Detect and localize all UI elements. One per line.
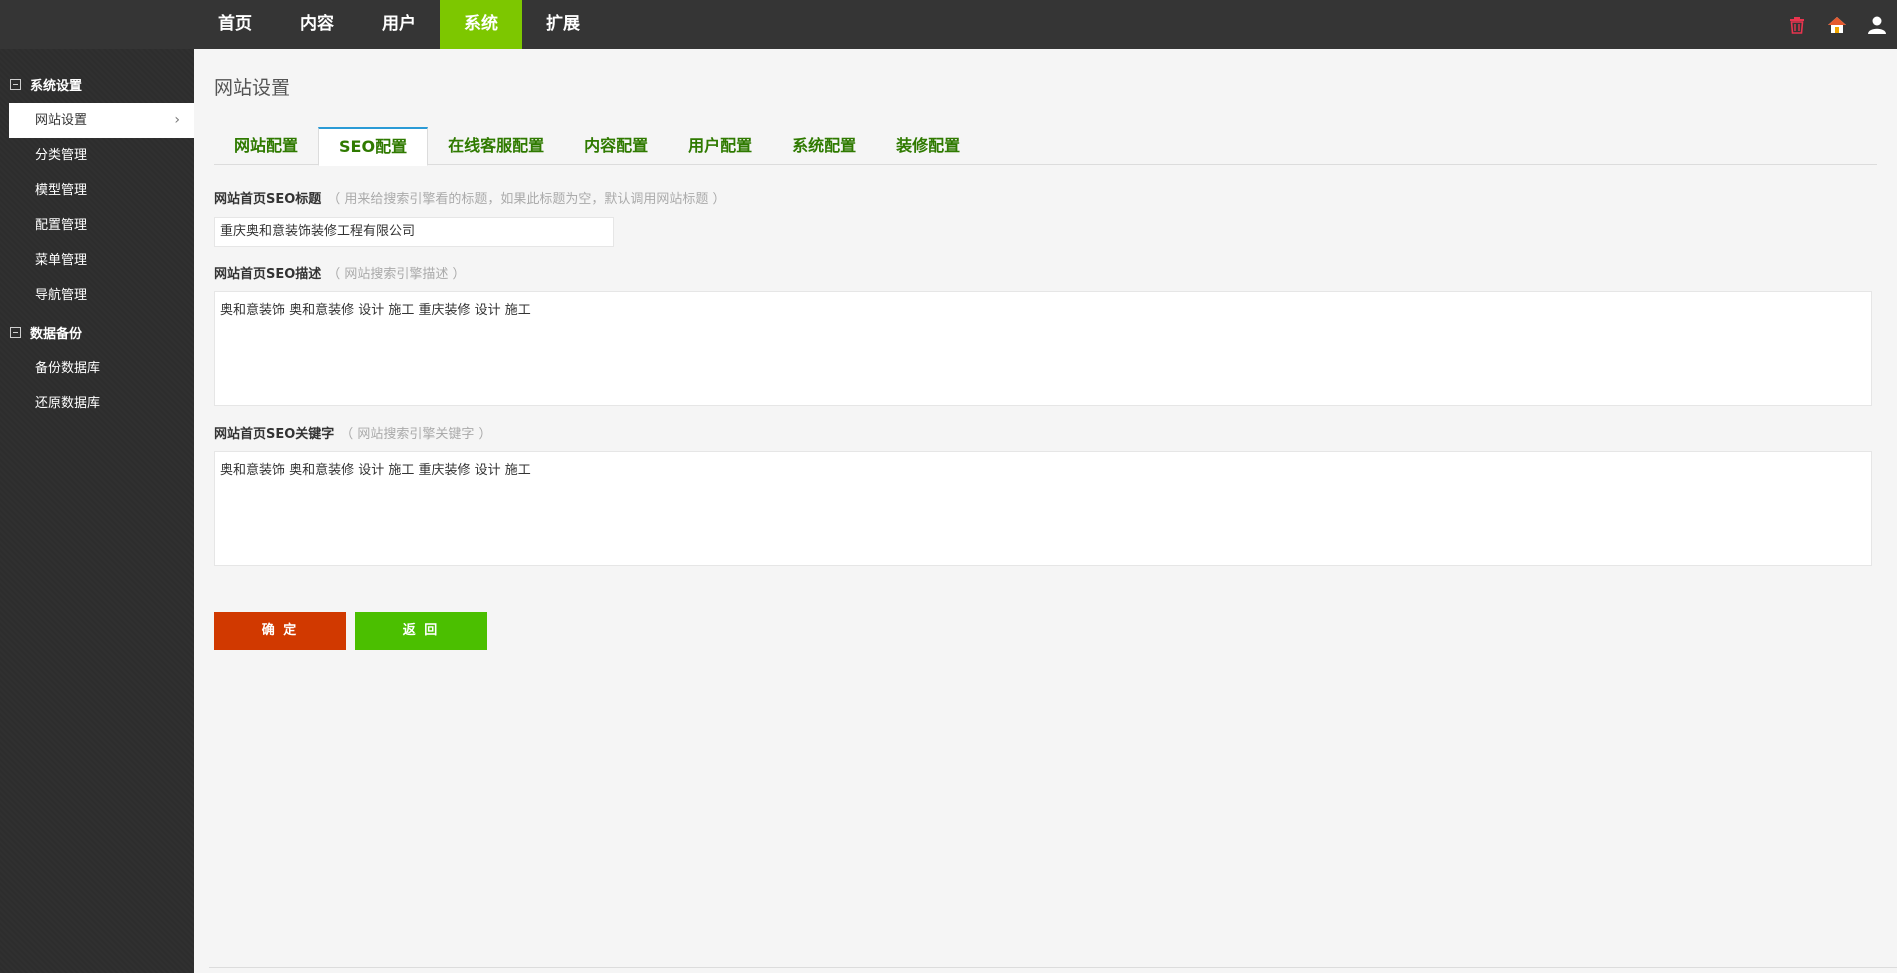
seo-keywords-textarea[interactable]: 奥和意装饰 奥和意装修 设计 施工 重庆装修 设计 施工 — [214, 451, 1872, 566]
sidebar-group-data-backup[interactable]: 数据备份 — [0, 313, 194, 351]
nav-users[interactable]: 用户 — [358, 0, 440, 49]
nav-content[interactable]: 内容 — [276, 0, 358, 49]
nav-home[interactable]: 首页 — [194, 0, 276, 49]
field-label-text: 网站首页SEO标题 — [214, 192, 322, 207]
seo-description-textarea[interactable]: 奥和意装饰 奥和意装修 设计 施工 重庆装修 设计 施工 — [214, 291, 1872, 406]
chevron-right-icon: › — [174, 112, 180, 128]
top-bar: 首页 内容 用户 系统 扩展 — [0, 0, 1897, 49]
sidebar-item-config[interactable]: 配置管理 — [0, 208, 194, 243]
tab-seo-config[interactable]: SEO配置 — [318, 127, 429, 166]
tab-decoration-config[interactable]: 装修配置 — [876, 127, 980, 165]
sidebar-group-label: 数据备份 — [30, 326, 83, 342]
seo-title-input[interactable]: 重庆奥和意装饰装修工程有限公司 — [214, 217, 614, 247]
field-hint: （ 网站搜索引擎描述 ） — [327, 267, 466, 282]
user-icon[interactable] — [1857, 0, 1897, 49]
sidebar-item-restore-db[interactable]: 还原数据库 — [0, 386, 194, 421]
home-icon[interactable] — [1817, 0, 1857, 49]
field-hint: （ 用来给搜索引擎看的标题，如果此标题为空，默认调用网站标题 ） — [327, 192, 726, 207]
field-hint: （ 网站搜索引擎关键字 ） — [340, 427, 492, 442]
top-nav: 首页 内容 用户 系统 扩展 — [194, 0, 604, 49]
trash-icon[interactable] — [1777, 0, 1817, 49]
sidebar-item-menu[interactable]: 菜单管理 — [0, 243, 194, 278]
collapse-icon[interactable] — [10, 326, 21, 338]
nav-extend[interactable]: 扩展 — [522, 0, 604, 49]
field-label-text: 网站首页SEO描述 — [214, 267, 322, 282]
seo-keywords-label: 网站首页SEO关键字 （ 网站搜索引擎关键字 ） — [214, 423, 492, 442]
main-content: 网站设置 网站配置 SEO配置 在线客服配置 内容配置 用户配置 系统配置 装修… — [194, 49, 1897, 973]
field-label-text: 网站首页SEO关键字 — [214, 427, 335, 442]
config-tabs: 网站配置 SEO配置 在线客服配置 内容配置 用户配置 系统配置 装修配置 — [214, 127, 1877, 166]
tab-user-config[interactable]: 用户配置 — [668, 127, 772, 165]
sidebar-item-label: 网站设置 — [35, 113, 88, 128]
sidebar-item-backup-db[interactable]: 备份数据库 — [0, 351, 194, 386]
sidebar-item-category[interactable]: 分类管理 — [0, 138, 194, 173]
tab-content-config[interactable]: 内容配置 — [564, 127, 668, 165]
sidebar-item-navigation[interactable]: 导航管理 — [0, 278, 194, 313]
collapse-icon[interactable] — [10, 78, 21, 90]
sidebar-item-model[interactable]: 模型管理 — [0, 173, 194, 208]
sidebar-item-website-settings[interactable]: 网站设置 › — [9, 103, 194, 138]
sidebar: 系统设置 网站设置 › 分类管理 模型管理 配置管理 菜单管理 导航管理 数据备… — [0, 49, 194, 973]
seo-description-label: 网站首页SEO描述 （ 网站搜索引擎描述 ） — [214, 263, 466, 282]
tab-site-config[interactable]: 网站配置 — [214, 127, 318, 165]
sidebar-group-label: 系统设置 — [30, 78, 83, 94]
confirm-button[interactable]: 确 定 — [214, 612, 346, 650]
seo-title-label: 网站首页SEO标题 （ 用来给搜索引擎看的标题，如果此标题为空，默认调用网站标题 … — [214, 188, 726, 207]
sidebar-group-system-settings[interactable]: 系统设置 — [0, 65, 194, 103]
tab-system-config[interactable]: 系统配置 — [772, 127, 876, 165]
nav-system[interactable]: 系统 — [440, 0, 522, 49]
tab-online-service-config[interactable]: 在线客服配置 — [428, 127, 564, 165]
top-icons — [1777, 0, 1897, 49]
back-button[interactable]: 返 回 — [355, 612, 487, 650]
divider — [209, 967, 1897, 968]
page-title: 网站设置 — [214, 77, 291, 99]
